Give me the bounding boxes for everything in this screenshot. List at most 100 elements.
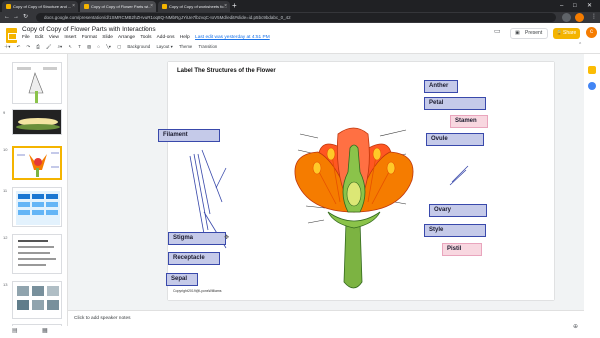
collapse-toolbar-icon[interactable]: ⌃ [578,42,582,48]
speaker-notes[interactable]: Click to add speaker notes ⊕ [68,310,584,338]
last-edit-link[interactable]: Last edit was yesterday at 4:51 PM [195,35,270,40]
toolbar-background[interactable]: Background [127,42,150,52]
slide-thumbnail[interactable] [12,234,62,274]
close-window-icon[interactable]: ✕ [587,0,592,12]
print-icon[interactable]: ⎙ [36,42,39,52]
tab-1-label: Copy of Copy of Structure and ... [13,4,72,9]
menu-tools[interactable]: Tools [140,35,151,40]
image-icon[interactable]: ▨ [87,42,91,52]
speaker-notes-placeholder: Click to add speaker notes [74,316,131,321]
redo-icon[interactable]: ↷ [26,42,30,52]
menu-insert[interactable]: Insert [64,35,76,40]
minimize-icon[interactable]: – [560,0,563,12]
textbox-icon[interactable]: T [78,42,81,52]
toolbar-theme[interactable]: Theme [179,42,192,52]
new-tab-button[interactable]: + [232,1,237,11]
close-tab-icon[interactable]: × [150,1,153,12]
label-petal[interactable]: Petal [424,97,486,110]
share-label: Share [563,30,577,36]
comments-icon[interactable]: ▭ [494,27,501,35]
url-field[interactable]: docs.google.com/presentation/d/1SMRCMB2h… [36,13,556,22]
toolbar-layout[interactable]: Layout ▾ [156,42,172,52]
flower-label-thumb [17,152,59,177]
label-anther[interactable]: Anther [424,80,458,93]
slide-thumb-row[interactable]: 9 [0,109,68,135]
user-avatar[interactable]: c [586,27,597,38]
slide-thumbnail[interactable] [12,281,62,319]
browser-tab-1[interactable]: Copy of Copy of Structure and ... × [2,1,78,12]
label-ovary[interactable]: Ovary [429,204,487,217]
menu-addons[interactable]: Add-ons [157,35,175,40]
corn-photo-thumb [16,118,60,130]
label-filament[interactable]: Filament [158,129,220,142]
browser-tab-2[interactable]: Copy of Copy of Flower Parts wi... × [80,1,156,12]
forward-icon[interactable]: → [13,12,19,23]
toolbar-transition[interactable]: Transition [199,42,218,52]
slides-logo-icon[interactable] [6,28,17,43]
flower-diagram[interactable] [168,62,554,300]
browser-menu-icon[interactable]: ⋮ [591,12,597,23]
back-icon[interactable]: ← [4,12,10,23]
grid-view-icon[interactable]: ▤ [12,327,18,334]
slide-thumbnail[interactable] [12,109,62,135]
current-slide[interactable]: Label The Structures of the Flower Anthe… [158,62,554,300]
line-icon[interactable]: ╲▾ [106,42,111,52]
label-pistil[interactable]: Pistil [442,243,482,256]
undo-icon[interactable]: ↶ [17,42,21,52]
slides-favicon-icon [84,4,89,9]
editing-toolbar: ＋▾ ↶ ↷ ⎙ 🖌 ⌕▾ ↖ T ▨ ○ ╲▾ ▢ Background La… [4,42,574,52]
slide-thumb-row[interactable]: 11 [0,187,68,227]
menu-file[interactable]: File [22,35,30,40]
slide-thumbnail[interactable] [12,62,62,104]
address-bar-row: ← → ↻ docs.google.com/presentation/d/1SM… [0,12,600,23]
comment-icon[interactable]: ▢ [117,42,121,52]
flower-diagram-thumb [17,67,57,103]
label-stamen[interactable]: Stamen [450,115,488,128]
keep-icon[interactable] [588,66,596,74]
label-style[interactable]: Style [424,224,486,237]
close-tab-icon[interactable]: × [224,1,227,12]
menu-view[interactable]: View [49,35,59,40]
browser-tab-3[interactable]: Copy of Copy of worksheets fo... × [158,1,230,12]
move-cursor-icon: ✥ [224,235,230,241]
label-sepal[interactable]: Sepal [166,273,198,286]
lock-icon: 🔒 [556,30,563,36]
slide-thumb-row-selected[interactable]: 10 [0,146,68,180]
slide-thumbnail[interactable] [12,187,62,227]
select-icon[interactable]: ↖ [68,42,72,52]
menu-format[interactable]: Format [82,35,97,40]
document-title[interactable]: Copy of Copy of Flower Parts with Intera… [22,26,156,33]
slide-canvas[interactable]: Label The Structures of the Flower Anthe… [68,54,584,310]
menu-edit[interactable]: Edit [35,35,43,40]
close-tab-icon[interactable]: × [72,1,75,12]
side-panel [584,55,600,338]
present-button[interactable]: ▣ Present [510,28,549,39]
paint-format-icon[interactable]: 🖌 [46,42,51,52]
maximize-icon[interactable]: □ [573,0,577,12]
reload-icon[interactable]: ↻ [23,12,28,23]
explore-icon[interactable]: ⊕ [573,323,578,330]
profile-avatar-icon[interactable] [575,13,584,22]
slide-thumb-row[interactable] [0,62,68,104]
slide-thumb-row[interactable]: 13 [0,281,68,319]
menu-help[interactable]: Help [180,35,190,40]
filmstrip-view-controls: ▤ ▦ [0,326,68,338]
share-button[interactable]: 🔒 Share [553,28,581,39]
cells-table-thumb [16,191,60,225]
label-receptacle[interactable]: Receptacle [168,252,220,265]
label-ovule[interactable]: Ovule [426,133,484,146]
menu-arrange[interactable]: Arrange [118,35,135,40]
label-stigma[interactable]: Stigma [168,232,226,245]
zoom-icon[interactable]: ⌕▾ [58,42,63,52]
text-list-thumb [18,240,56,266]
tasks-icon[interactable] [588,82,596,90]
menu-slide[interactable]: Slide [102,35,113,40]
shape-icon[interactable]: ○ [97,42,100,52]
tab-3-label: Copy of Copy of worksheets fo... [169,4,227,9]
extension-icon[interactable] [562,13,571,22]
slide-thumbnail-selected[interactable] [12,146,62,180]
slide-thumb-row[interactable]: 12 [0,234,68,274]
filmstrip-view-icon[interactable]: ▦ [42,327,48,334]
add-slide-icon[interactable]: ＋▾ [4,42,10,52]
star-icon[interactable]: ☆ [143,25,148,32]
